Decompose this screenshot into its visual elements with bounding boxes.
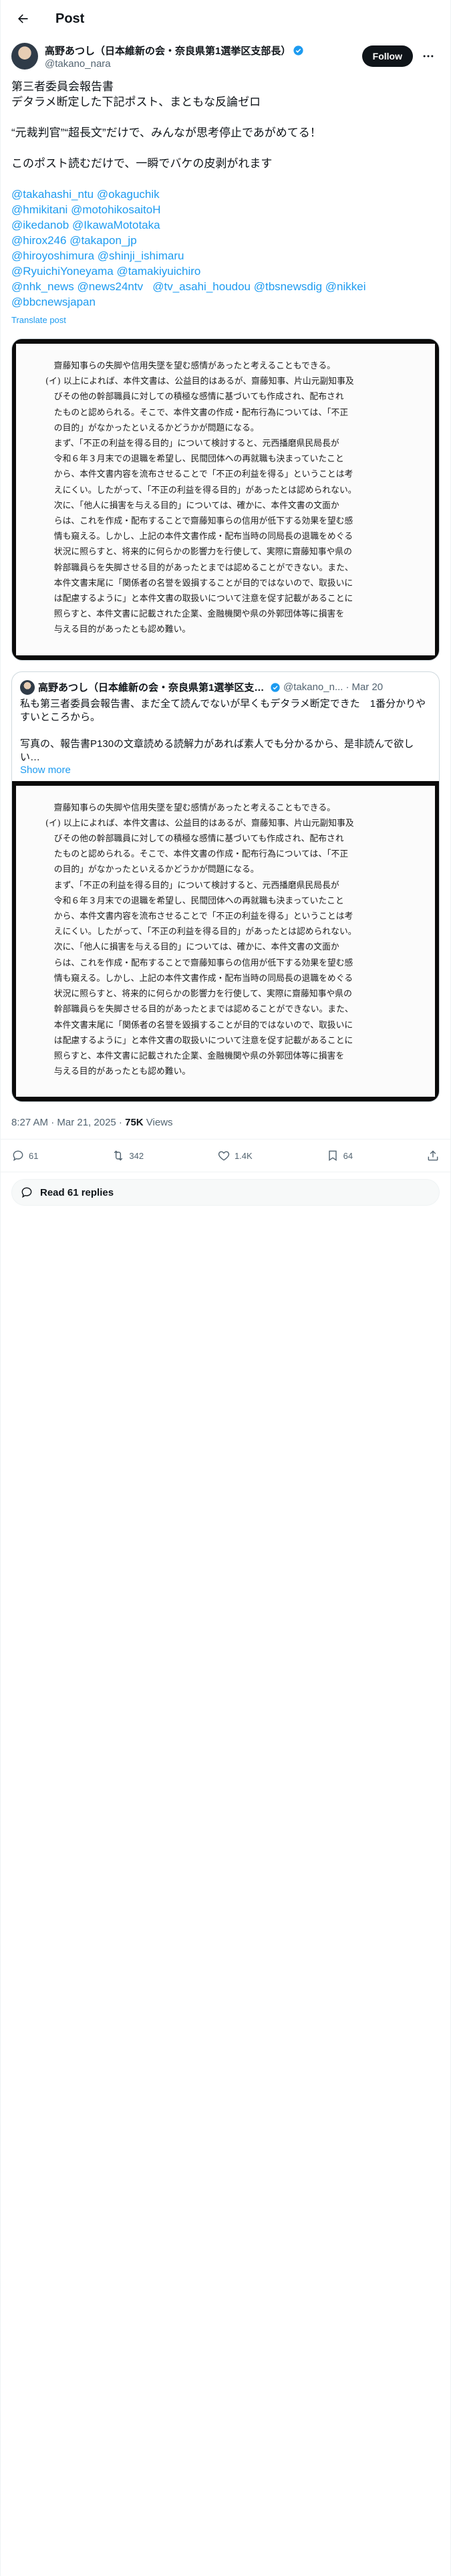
read-replies-button[interactable]: Read 61 replies — [11, 1179, 440, 1206]
mention-link[interactable]: @okaguchik — [97, 188, 160, 201]
post-text: 第三者委員会報告書 デタラメ断定した下記ポスト、まともな反論ゼロ “元裁判官”“… — [1, 70, 450, 328]
arrow-left-icon — [18, 14, 28, 23]
top-bar: Post — [1, 0, 450, 37]
mention-link[interactable]: @tamakiyuichiro — [116, 265, 200, 278]
repost-icon — [114, 1150, 123, 1161]
repost-button[interactable]: 342 — [112, 1149, 144, 1162]
mention-link[interactable]: @IkawaMototaka — [72, 219, 160, 231]
mention-link[interactable]: @hiroyoshimura — [11, 249, 94, 262]
reply-icon — [13, 1150, 23, 1162]
avatar — [20, 679, 35, 695]
views-count: 75K — [125, 1117, 144, 1129]
like-count: 1.4K — [234, 1150, 253, 1161]
share-button[interactable] — [426, 1149, 440, 1162]
show-more-link[interactable]: Show more — [12, 764, 439, 781]
mention-link[interactable]: @motohikosaitoH — [71, 203, 160, 216]
mention-link[interactable]: @ikedanob — [11, 219, 69, 231]
more-horizontal-icon — [423, 55, 434, 58]
bookmark-count: 64 — [343, 1150, 353, 1161]
translate-post-link[interactable]: Translate post — [11, 312, 440, 328]
mention-link[interactable]: @shinji_ishimaru — [98, 249, 184, 262]
post-author: 高野あつし（日本維新の会・奈良県第1選挙区支部長） @takano_nara F… — [1, 37, 450, 70]
quoted-post-image[interactable]: 齋藤知事らの失脚や信用失墜を望む感情があったと考えることもできる。 (イ) 以上… — [12, 780, 439, 1102]
mention-link[interactable]: @takahashi_ntu — [11, 188, 94, 201]
mention-link[interactable]: @RyuichiYoneyama — [11, 265, 114, 278]
mention-link[interactable]: @nhk_news — [11, 280, 74, 293]
quoted-post-date: Mar 20 — [351, 681, 384, 693]
bookmark-button[interactable]: 64 — [326, 1149, 353, 1162]
share-icon — [428, 1150, 438, 1161]
mention-link[interactable]: @bbcnewsjapan — [11, 296, 96, 308]
mention-link[interactable]: @tbsnewsdig — [254, 280, 322, 293]
author-handle[interactable]: @takano_nara — [45, 58, 362, 70]
bookmark-icon — [328, 1150, 337, 1162]
mention-link[interactable]: @news24ntv — [78, 280, 144, 293]
verified-badge-icon — [271, 682, 280, 692]
document-page: 齋藤知事らの失脚や信用失墜を望む感情があったと考えることもできる。 (イ) 以上… — [16, 785, 435, 1097]
mention-link[interactable]: @nikkei — [325, 280, 366, 293]
follow-button[interactable]: Follow — [361, 45, 413, 67]
post-metadata: 8:27 AM · Mar 21, 2025 · 75K Views — [1, 1106, 450, 1140]
quoted-post-text: 私も第三者委員会報告書、まだ全て読んでないが早くもデタラメ断定できた 1番分かり… — [20, 697, 426, 763]
action-bar: 61 342 1.4K 64 — [1, 1140, 450, 1173]
verified-badge-icon — [293, 45, 303, 56]
post-page: Post 高野あつし（日本維新の会・奈良県第1選挙区支部長） @takano_n… — [0, 0, 451, 2576]
mention-link[interactable]: @takapon_jp — [69, 234, 136, 247]
repost-count: 342 — [129, 1150, 144, 1161]
more-options-button[interactable] — [417, 45, 440, 68]
read-replies-label: Read 61 replies — [40, 1186, 114, 1198]
reply-button[interactable]: 61 — [11, 1149, 38, 1162]
reply-count: 61 — [29, 1150, 39, 1161]
post-image[interactable]: 齋藤知事らの失脚や信用失墜を望む感情があったと考えることもできる。 (イ) 以上… — [11, 338, 440, 661]
back-button[interactable] — [11, 7, 34, 30]
quoted-post[interactable]: 高野あつし（日本維新の会・奈良県第1選挙区支部長） @takano_n... ·… — [11, 671, 440, 1103]
quoted-post-header: 高野あつし（日本維新の会・奈良県第1選挙区支部長） @takano_n... ·… — [12, 672, 439, 695]
heart-icon — [218, 1151, 230, 1161]
author-name[interactable]: 高野あつし（日本維新の会・奈良県第1選挙区支部長） — [45, 43, 291, 58]
avatar[interactable] — [11, 43, 38, 70]
like-button[interactable]: 1.4K — [217, 1149, 253, 1162]
chat-bubble-icon — [21, 1187, 32, 1198]
mention-link[interactable]: @hirox246 — [11, 234, 66, 247]
mention-link[interactable]: @tv_asahi_houdou — [152, 280, 251, 293]
mention-link[interactable]: @hmikitani — [11, 203, 67, 216]
mention-list: @takahashi_ntu @okaguchik @hmikitani @mo… — [11, 187, 440, 310]
quoted-author-name: 高野あつし（日本維新の会・奈良県第1選挙区支部長） — [38, 682, 269, 694]
post-timestamp[interactable]: 8:27 AM · Mar 21, 2025 — [11, 1117, 116, 1128]
document-page: 齋藤知事らの失脚や信用失墜を望む感情があったと考えることもできる。 (イ) 以上… — [16, 344, 435, 655]
page-title: Post — [55, 11, 85, 26]
quoted-author-handle: @takano_n... — [283, 681, 343, 693]
